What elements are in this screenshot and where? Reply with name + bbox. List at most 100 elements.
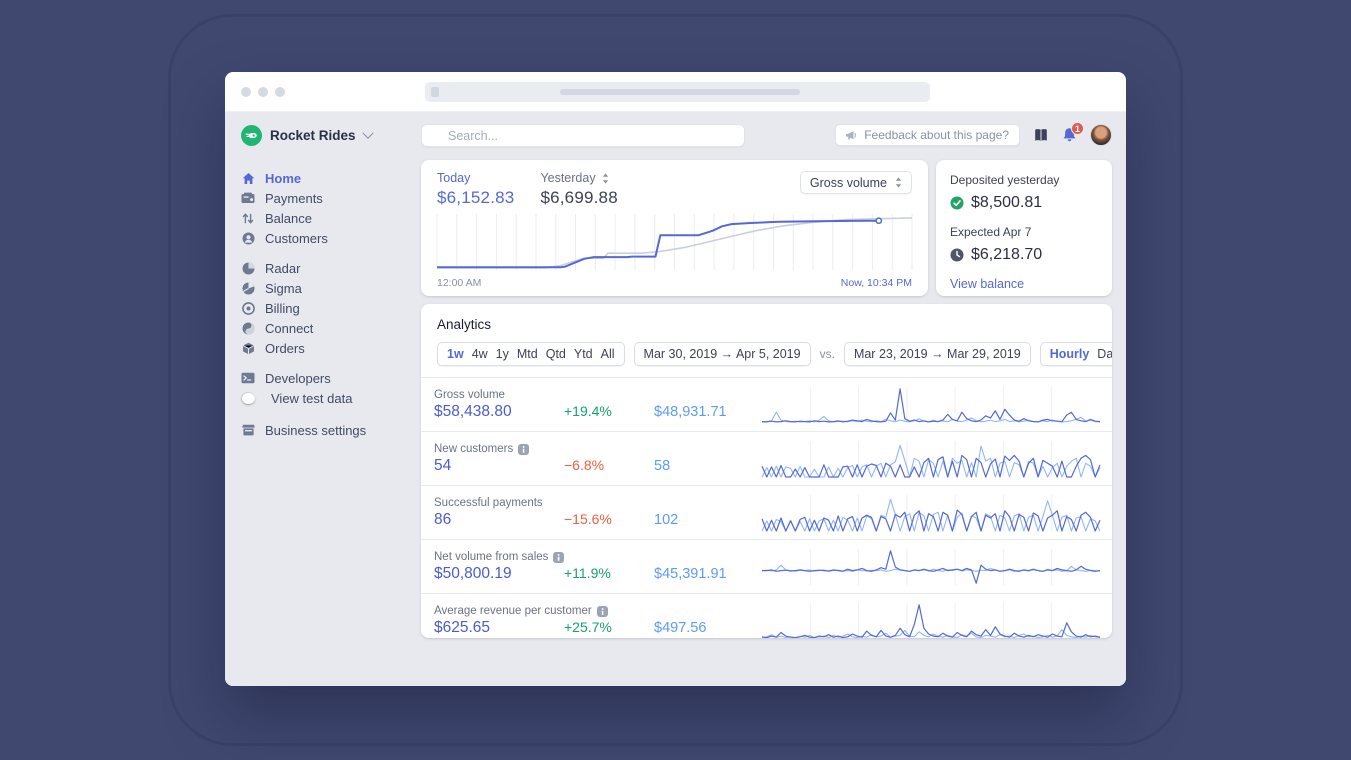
chart-header: Today $6,152.83 Yesterday $6,699.88 Gros… [437, 171, 912, 208]
today-label: Today [437, 171, 471, 185]
metric-row[interactable]: Gross volume $58,438.80 +19.4% $48,931.7… [421, 377, 1112, 431]
address-text-placeholder [560, 89, 800, 95]
metric-sparkline [761, 601, 1101, 638]
range-option-all[interactable]: All [601, 347, 615, 361]
billing-icon [241, 301, 255, 315]
metric-value: $625.65 [434, 619, 491, 636]
rocket-rides-logo-icon [241, 125, 262, 146]
sidebar-item-label: Payments [265, 190, 323, 206]
metric-row[interactable]: Average revenue per customer $625.65 +25… [421, 593, 1112, 638]
sidebar-item-developers[interactable]: Developers [241, 368, 421, 388]
sidebar-item-connect[interactable]: Connect [241, 318, 421, 338]
sidebar-item-business-settings[interactable]: Business settings [241, 420, 421, 440]
metric-label: Successful payments [434, 497, 543, 509]
granularity-option-daily[interactable]: Daily [1097, 347, 1112, 361]
topbar-actions: Feedback about this page? 1 [835, 122, 1112, 146]
metric-sparkline [761, 385, 1101, 425]
info-icon[interactable] [553, 551, 565, 563]
deposited-title: Deposited yesterday [950, 173, 1060, 187]
browser-address-bar[interactable] [425, 82, 930, 102]
window-control-dot[interactable] [258, 87, 268, 97]
date-range-button[interactable]: Mar 30, 2019 → Apr 5, 2019 [633, 342, 811, 366]
metric-info: Successful payments 86 −15.6% 102 [434, 497, 762, 529]
chart-x-axis: 12:00 AM Now, 10:34 PM [437, 277, 912, 289]
range-segmented-control[interactable]: 1w 4w 1y Mtd Qtd Ytd All [437, 342, 625, 366]
metric-sparkline [761, 493, 1101, 533]
account-switcher[interactable]: Rocket Rides [241, 125, 421, 146]
compare-range-button[interactable]: Mar 23, 2019 → Mar 29, 2019 [843, 342, 1031, 366]
info-icon[interactable] [596, 605, 608, 617]
granularity-toggle[interactable]: Hourly Daily [1039, 342, 1112, 366]
deposited-row: $8,500.81 [950, 194, 1098, 212]
sigma-icon [241, 282, 255, 295]
date-range-label: Mar 30, 2019 → Apr 5, 2019 [643, 347, 801, 361]
feedback-button[interactable]: Feedback about this page? [835, 124, 1020, 146]
sidebar-item-label: Customers [265, 230, 328, 246]
info-icon[interactable] [518, 443, 530, 455]
sidebar-item-label: Connect [265, 320, 314, 336]
sidebar-item-orders[interactable]: Orders [241, 338, 421, 358]
metric-change: −6.8% [564, 457, 605, 473]
range-option-4w[interactable]: 4w [472, 347, 488, 361]
metric-change: −15.6% [564, 511, 612, 527]
window-control-dot[interactable] [275, 87, 285, 97]
sidebar-item-sigma[interactable]: Sigma [241, 278, 421, 298]
range-option-1y[interactable]: 1y [496, 347, 509, 361]
range-option-ytd[interactable]: Ytd [574, 347, 593, 361]
search-input[interactable] [421, 124, 745, 147]
comparison-selector[interactable]: Yesterday [540, 171, 617, 185]
sidebar-item-label: Orders [265, 340, 305, 356]
notifications-button[interactable]: 1 [1062, 122, 1084, 143]
sidebar-item-balance[interactable]: Balance [241, 208, 421, 228]
analytics-filters: 1w 4w 1y Mtd Qtd Ytd All Mar 30, 2019 → Apr 5,… [421, 332, 1112, 377]
x-axis-start-label: 12:00 AM [437, 277, 482, 289]
sidebar-item-payments[interactable]: Payments [241, 188, 421, 208]
today-column: Today $6,152.83 [437, 171, 514, 208]
metric-row[interactable]: New customers 54 −6.8% 58 [421, 431, 1112, 485]
sidebar-item-customers[interactable]: Customers [241, 228, 421, 248]
check-circle-icon [950, 196, 964, 210]
yesterday-value: $6,699.88 [540, 188, 618, 207]
account-name: Rocket Rides [270, 128, 356, 143]
browser-titlebar [225, 72, 1126, 112]
sidebar-item-radar[interactable]: Radar [241, 258, 421, 278]
metric-label: New customers [434, 443, 514, 455]
settings-icon [241, 424, 255, 436]
metric-label: Gross volume [434, 389, 505, 401]
compare-range-label: Mar 23, 2019 → Mar 29, 2019 [853, 347, 1021, 361]
view-balance-link[interactable]: View balance [950, 277, 1098, 291]
window-control-dot[interactable] [241, 87, 251, 97]
x-axis-now-label: Now, 10:34 PM [840, 277, 912, 289]
window-controls[interactable] [241, 87, 285, 97]
metric-sparkline [761, 439, 1101, 479]
metric-info: New customers 54 −6.8% 58 [434, 443, 762, 475]
home-icon [241, 172, 255, 185]
megaphone-icon [846, 130, 857, 140]
payments-icon [241, 192, 255, 204]
favicon-placeholder [431, 87, 439, 97]
metric-select[interactable]: Gross volume [799, 171, 912, 194]
sidebar-item-label: Sigma [265, 280, 302, 296]
metric-compare-value: $497.56 [654, 620, 707, 636]
metric-row[interactable]: Successful payments 86 −15.6% 102 [421, 485, 1112, 539]
range-option-mtd[interactable]: Mtd [517, 347, 538, 361]
metric-rows: Gross volume $58,438.80 +19.4% $48,931.7… [421, 377, 1112, 638]
metric-change: +25.7% [564, 619, 612, 635]
metric-label: Net volume from sales [434, 551, 549, 563]
user-avatar[interactable] [1090, 124, 1112, 146]
range-option-1w[interactable]: 1w [447, 347, 464, 361]
orders-icon [241, 342, 255, 355]
sidebar-item-billing[interactable]: Billing [241, 298, 421, 318]
chevron-down-icon [361, 127, 374, 139]
deposits-card: Deposited yesterday $8,500.81 Expected A… [936, 160, 1112, 296]
app-shell: Rocket Rides Home Payments Balance Customer… [225, 112, 1126, 686]
docs-button[interactable] [1033, 128, 1049, 143]
metric-row[interactable]: Net volume from sales $50,800.19 +11.9% … [421, 539, 1112, 593]
metric-compare-value: 58 [654, 458, 671, 474]
sidebar-nav: Home Payments Balance Customers Radar Sigma Bi… [241, 168, 421, 440]
sidebar-item-view-test-data[interactable]: View test data [241, 388, 421, 408]
test-data-toggle[interactable] [241, 391, 255, 405]
range-option-qtd[interactable]: Qtd [546, 347, 566, 361]
granularity-option-hourly[interactable]: Hourly [1050, 347, 1090, 361]
sidebar-item-home[interactable]: Home [241, 168, 421, 188]
